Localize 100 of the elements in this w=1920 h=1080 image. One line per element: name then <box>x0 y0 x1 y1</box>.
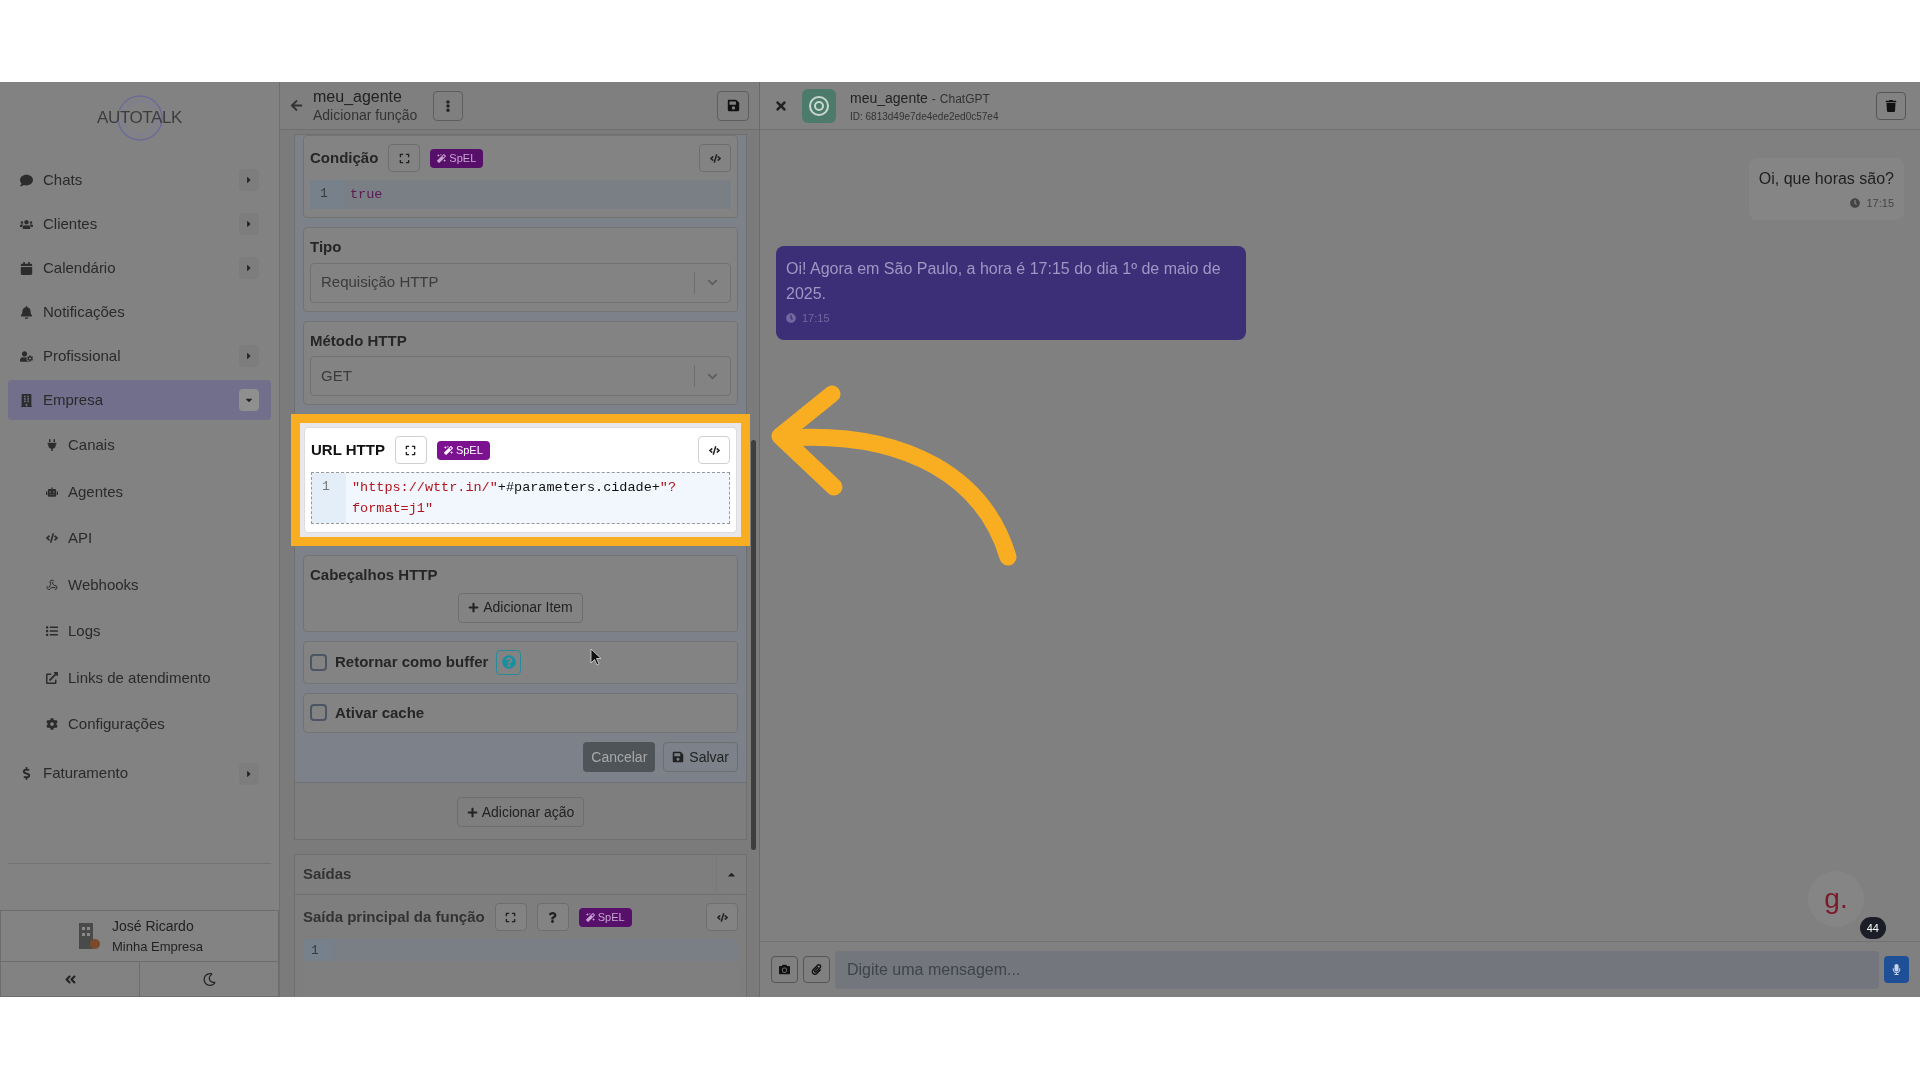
agent-avatar-icon <box>802 88 836 123</box>
expand-toggle[interactable] <box>239 389 259 411</box>
expand-toggle[interactable] <box>239 213 259 235</box>
add-item-button[interactable]: Adicionar Item <box>458 592 583 623</box>
nav-subitem[interactable]: Links de atendimento <box>46 654 271 701</box>
mic-button[interactable] <box>1884 956 1909 983</box>
save-icon <box>672 751 685 763</box>
chat-icon <box>20 173 33 187</box>
nav-label: Clientes <box>43 213 99 234</box>
nav-subitem[interactable]: Logs <box>46 608 271 655</box>
agent-title: meu_agente <box>313 86 403 107</box>
code-line: "https://wttr.in/"+#parameters.cidade+"?format=j1" <box>351 479 678 518</box>
expand-toggle[interactable] <box>239 169 259 191</box>
nav-item[interactable]: Chats <box>8 160 271 200</box>
field-label: Cabeçalhos HTTP <box>310 565 439 585</box>
field-label: Tipo <box>310 237 343 257</box>
user-card[interactable]: José Ricardo Minha Empresa <box>0 910 279 962</box>
nav-item[interactable]: Empresa <box>8 380 271 420</box>
paperclip-icon <box>811 964 822 975</box>
expand-toggle[interactable] <box>239 257 259 279</box>
microphone-icon <box>1891 964 1902 975</box>
more-button[interactable] <box>433 90 464 121</box>
save-icon-button[interactable] <box>717 90 749 121</box>
trash-icon <box>1885 99 1897 112</box>
widget-button[interactable]: g. <box>1808 871 1864 927</box>
chevron-down-icon <box>707 277 718 288</box>
agent-name: meu_agente <box>850 88 928 108</box>
close-icon[interactable] <box>774 98 788 113</box>
expand-icon <box>405 444 417 456</box>
expand-toggle[interactable] <box>239 762 259 785</box>
help-button[interactable] <box>536 903 569 931</box>
moon-icon <box>202 972 216 986</box>
checkbox-label: Ativar cache <box>335 702 425 723</box>
spel-badge[interactable]: SpEL <box>430 148 484 168</box>
checkbox[interactable] <box>310 653 327 671</box>
message-time: 17:15 <box>1866 196 1894 211</box>
users-icon <box>20 217 33 231</box>
nav-item[interactable]: Faturamento <box>8 753 271 794</box>
nav-label: Links de atendimento <box>68 667 211 688</box>
message-text: Oi! Agora em São Paulo, a hora é 17:15 do dia 1º de maio de 2025. <box>786 258 1222 304</box>
separator-dash: - <box>931 90 936 108</box>
nav-item[interactable]: Notificações <box>8 292 271 332</box>
mouse-cursor-icon <box>590 648 602 666</box>
add-action-button[interactable]: Adicionar ação <box>456 797 585 827</box>
select-field[interactable]: GET <box>310 356 731 396</box>
select-field[interactable]: Requisição HTTP <box>310 262 731 303</box>
field-label: Método HTTP <box>310 330 408 351</box>
plus-icon <box>466 806 478 818</box>
notification-badge: 44 <box>1859 917 1886 939</box>
company-name: Minha Empresa <box>111 937 203 956</box>
user-gear-icon <box>20 349 33 363</box>
nav-item[interactable]: Calendário <box>8 248 271 288</box>
expand-toggle[interactable] <box>239 345 259 367</box>
checkbox-label: Retornar como buffer <box>335 651 489 672</box>
back-arrow-icon[interactable] <box>290 99 303 112</box>
nav-item[interactable]: Clientes <box>8 204 271 244</box>
nav-subitem[interactable]: API <box>46 515 271 562</box>
field-label: Saída principal da função <box>303 906 485 927</box>
nav-label: Calendário <box>43 257 117 278</box>
nav-label: API <box>68 528 93 548</box>
camera-icon <box>779 964 790 975</box>
nav-label: Faturamento <box>43 763 130 784</box>
nav-label: Empresa <box>43 389 105 410</box>
message-time: 17:15 <box>802 310 830 326</box>
save-icon <box>726 99 740 112</box>
expand-icon <box>505 911 517 923</box>
nav-label: Agentes <box>68 481 124 502</box>
external-link-icon <box>46 671 58 684</box>
nav-subitem[interactable]: Configurações <box>46 701 271 748</box>
field-label: URL HTTP <box>311 439 385 460</box>
app-logo: AUTOTALK <box>97 107 182 130</box>
code-editor[interactable]: 1 "https://wttr.in/"+#parameters.cidade+"?format=j1" <box>311 472 730 524</box>
line-number: 1 <box>303 939 333 961</box>
nav-subitem[interactable]: Agentes <box>46 468 271 515</box>
save-button[interactable]: Salvar <box>663 742 738 772</box>
delete-button[interactable] <box>1876 91 1906 120</box>
scrollbar-thumb[interactable] <box>751 440 756 850</box>
braces-icon <box>716 911 728 923</box>
user-name: José Ricardo <box>111 916 195 936</box>
cancel-button[interactable]: Cancelar <box>583 742 656 772</box>
expand-icon <box>398 152 410 164</box>
spel-badge[interactable]: SpEL <box>578 907 632 927</box>
checkbox[interactable] <box>310 704 327 722</box>
camera-button[interactable] <box>771 956 798 983</box>
nav-label: Configurações <box>68 714 165 734</box>
question-icon <box>547 911 559 923</box>
provider-name: ChatGPT <box>939 90 990 108</box>
nav-label: Canais <box>68 435 115 455</box>
spel-badge[interactable]: SpEL <box>436 440 490 460</box>
line-number: 1 <box>310 180 344 209</box>
nav-subitem[interactable]: Canais <box>46 422 271 469</box>
list-icon <box>46 625 58 638</box>
attach-button[interactable] <box>803 956 830 983</box>
nav-label: Logs <box>68 621 101 641</box>
code-editor[interactable]: 1 true <box>310 180 731 209</box>
magic-wand-icon <box>437 153 447 163</box>
clock-icon <box>786 312 796 323</box>
nav-item[interactable]: Profissional <box>8 336 271 376</box>
nav-subitem[interactable]: Webhooks <box>46 561 271 608</box>
message-text: Oi, que horas são? <box>1758 169 1894 189</box>
